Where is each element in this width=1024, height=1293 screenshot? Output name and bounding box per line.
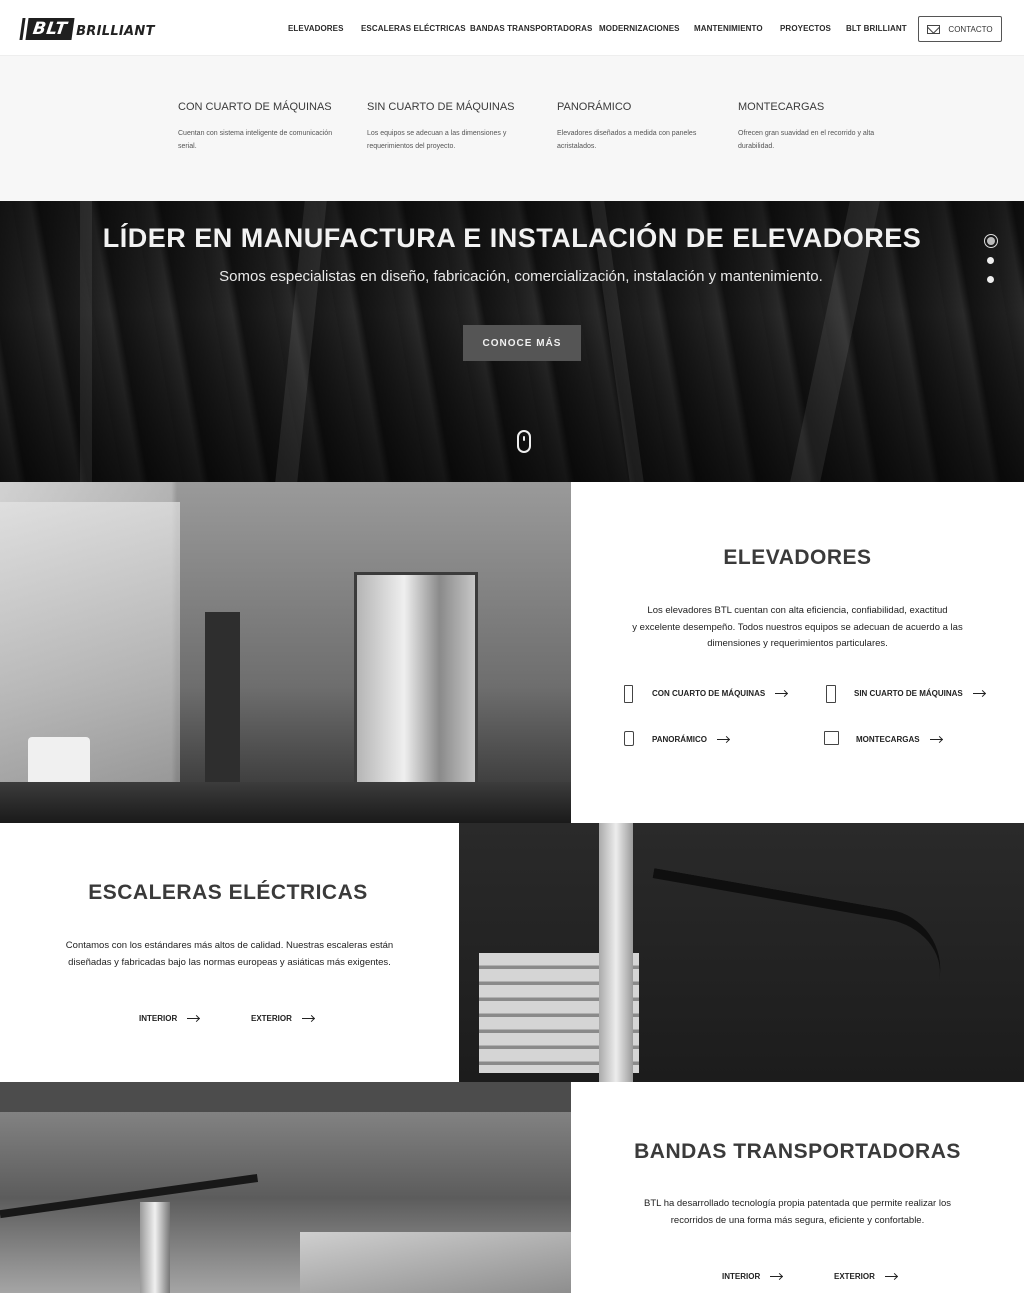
submenu-item-con-cuarto[interactable]: CON CUARTO DE MÁQUINAS Cuentan con siste…	[178, 101, 348, 153]
submenu-title: PANORÁMICO	[557, 101, 632, 113]
submenu-title: SIN CUARTO DE MÁQUINAS	[367, 101, 515, 113]
hero-title: LÍDER EN MANUFACTURA E INSTALACIÓN DE EL…	[102, 223, 922, 253]
submenu-desc: Cuentan con sistema inteligente de comun…	[178, 130, 333, 150]
mail-icon	[927, 24, 941, 34]
link-label: PANORÁMICO	[652, 735, 707, 744]
site-header: BLT BRILLIANT ELEVADORES ESCALERAS ELÉCT…	[0, 0, 1024, 56]
arrow-right-icon	[929, 739, 942, 740]
scroll-mouse-icon[interactable]	[517, 430, 531, 453]
elevator-frame	[205, 612, 240, 792]
machineroom-less-icon	[826, 685, 836, 703]
link-label: EXTERIOR	[251, 1014, 292, 1023]
escaleras-title: ESCALERAS ELÉCTRICAS	[88, 881, 368, 904]
escaleras-desc: Contamos con los estándares más altos de…	[0, 938, 459, 971]
nav-item-elevadores[interactable]: ELEVADORES	[288, 24, 344, 33]
arrow-right-icon	[187, 1018, 200, 1019]
nav-item-bandas[interactable]: BANDAS TRANSPORTADORAS	[470, 24, 593, 33]
submenu-desc: Elevadores diseñados a medida con panele…	[557, 130, 697, 150]
submenu-title: MONTECARGAS	[738, 101, 825, 113]
bandas-panel: BANDAS TRANSPORTADORAS BTL ha desarrolla…	[571, 1082, 1024, 1293]
slider-dot-active[interactable]	[984, 234, 998, 248]
slider-dot[interactable]	[987, 276, 994, 283]
arrow-right-icon	[770, 1276, 783, 1277]
submenu-desc: Los equipos se adecuan a las dimensiones…	[367, 130, 507, 150]
submenu-item-sin-cuarto[interactable]: SIN CUARTO DE MÁQUINAS Los equipos se ad…	[367, 101, 537, 153]
contact-button[interactable]: CONTACTO	[918, 16, 1002, 42]
escaleras-panel: ESCALERAS ELÉCTRICAS Contamos con los es…	[0, 823, 459, 1082]
ceiling	[0, 1082, 571, 1112]
elevadores-desc: Los elevadores BTL cuentan con alta efic…	[571, 603, 1024, 653]
link-label: SIN CUARTO DE MÁQUINAS	[854, 689, 963, 698]
floor	[0, 782, 571, 823]
link-bandas-interior[interactable]: INTERIOR	[722, 1272, 783, 1281]
desc-line: BTL ha desarrollado tecnología propia pa…	[643, 1198, 951, 1209]
submenu-title: CON CUARTO DE MÁQUINAS	[178, 101, 332, 113]
link-panoramico[interactable]: PANORÁMICO	[652, 735, 729, 744]
main-nav: ELEVADORES ESCALERAS ELÉCTRICAS BANDAS T…	[0, 24, 1024, 38]
link-bandas-exterior[interactable]: EXTERIOR	[834, 1272, 897, 1281]
link-label: MONTECARGAS	[856, 735, 920, 744]
arrow-right-icon	[775, 693, 788, 694]
submenu-item-panoramico[interactable]: PANORÁMICO Elevadores diseñados a medida…	[557, 101, 727, 153]
link-label: INTERIOR	[722, 1272, 761, 1281]
hero-subtitle: Somos especialistas en diseño, fabricaci…	[219, 268, 823, 285]
link-escaleras-exterior[interactable]: EXTERIOR	[251, 1014, 314, 1023]
link-label: CON CUARTO DE MÁQUINAS	[652, 689, 766, 698]
nav-item-escaleras[interactable]: ESCALERAS ELÉCTRICAS	[361, 24, 466, 33]
desc-line: y excelente desempeño. Todos nuestros eq…	[632, 621, 963, 633]
window-glass	[0, 502, 180, 823]
bandas-title: BANDAS TRANSPORTADORAS	[634, 1140, 961, 1163]
link-label: EXTERIOR	[834, 1272, 875, 1281]
bandas-photo	[0, 1082, 571, 1293]
nav-item-modernizaciones[interactable]: MODERNIZACIONES	[599, 24, 680, 33]
submenu-desc: Ofrecen gran suavidad en el recorrido y …	[738, 130, 875, 150]
bandas-desc: BTL ha desarrollado tecnología propia pa…	[571, 1196, 1024, 1229]
desc-line: Contamos con los estándares más altos de…	[65, 940, 394, 951]
arrow-right-icon	[972, 693, 985, 694]
arrow-right-icon	[301, 1018, 314, 1019]
desc-line: Los elevadores BTL cuentan con alta efic…	[647, 605, 948, 616]
desc-line: diseñadas y fabricadas bajo las normas e…	[68, 956, 391, 968]
conoce-mas-button[interactable]: CONOCE MÁS	[463, 325, 581, 361]
elevadores-photo	[0, 482, 571, 823]
nav-item-proyectos[interactable]: PROYECTOS	[780, 24, 831, 33]
floor	[300, 1232, 571, 1293]
link-con-cuarto[interactable]: CON CUARTO DE MÁQUINAS	[652, 689, 788, 698]
elevator-door	[354, 572, 478, 802]
desc-line: recorridos de una forma más segura, efic…	[670, 1214, 925, 1226]
walkway-handrail	[0, 1174, 261, 1236]
desc-line: dimensiones y requerimientos particulare…	[707, 638, 888, 649]
slider-dot[interactable]	[987, 257, 994, 264]
arrow-right-icon	[716, 739, 729, 740]
contact-label: CONTACTO	[948, 24, 993, 34]
submenu-item-montecargas[interactable]: MONTECARGAS Ofrecen gran suavidad en el …	[738, 101, 908, 153]
elevadores-title: ELEVADORES	[723, 546, 872, 569]
hero-slider: LÍDER EN MANUFACTURA E INSTALACIÓN DE EL…	[0, 201, 1024, 482]
panoramic-icon	[624, 731, 634, 746]
escaleras-photo	[459, 823, 1024, 1082]
link-escaleras-interior[interactable]: INTERIOR	[139, 1014, 200, 1023]
elevadores-submenu: CON CUARTO DE MÁQUINAS Cuentan con siste…	[0, 56, 1024, 201]
link-label: INTERIOR	[139, 1014, 178, 1023]
nav-item-mantenimiento[interactable]: MANTENIMIENTO	[694, 24, 763, 33]
column	[599, 823, 633, 1082]
escalator-handrail	[628, 868, 950, 1068]
nav-item-blt-brilliant[interactable]: BLT BRILLIANT	[846, 24, 907, 33]
elevadores-panel: ELEVADORES Los elevadores BTL cuentan co…	[571, 482, 1024, 823]
arrow-right-icon	[884, 1276, 897, 1277]
machine-room-icon	[624, 685, 633, 703]
link-sin-cuarto[interactable]: SIN CUARTO DE MÁQUINAS	[854, 689, 985, 698]
freight-icon	[824, 731, 839, 745]
link-montecargas[interactable]: MONTECARGAS	[856, 735, 942, 744]
